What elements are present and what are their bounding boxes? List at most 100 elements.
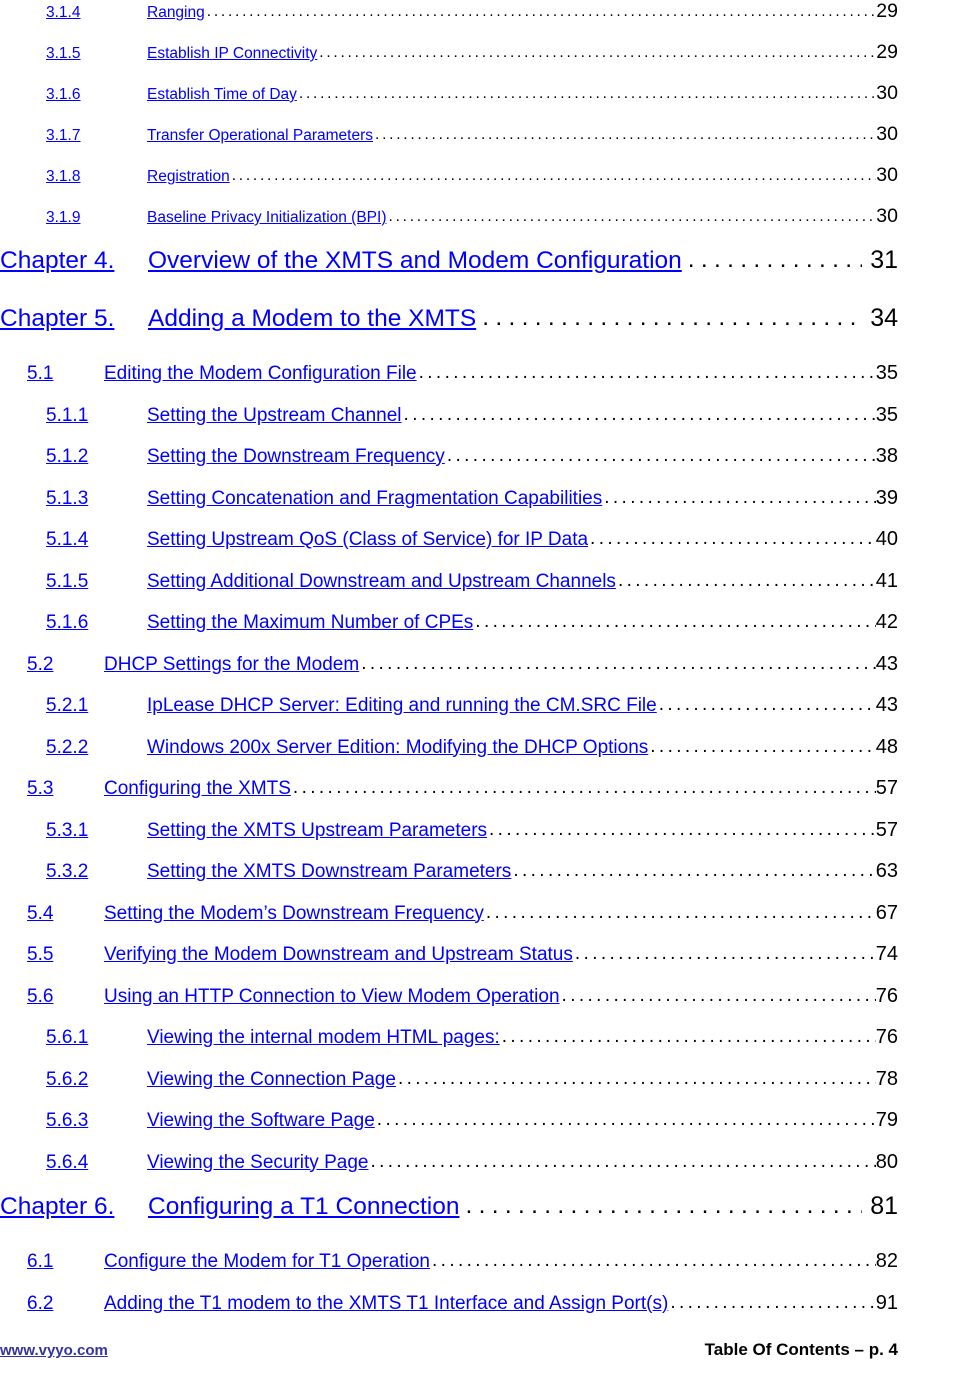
toc-entry-number[interactable]: 5.1.5	[46, 571, 147, 593]
toc-entry[interactable]: 5.2DHCP Settings for the Modem 43	[0, 653, 898, 695]
toc-entry-number[interactable]: 3.1.4	[46, 4, 147, 22]
toc-entry-title-link[interactable]: Windows 200x Server Edition: Modifying t…	[147, 737, 648, 759]
toc-entry-title-link[interactable]: Setting the XMTS Upstream Parameters	[147, 820, 487, 842]
toc-entry[interactable]: 5.2.2 Windows 200x Server Edition: Modify…	[0, 736, 898, 778]
toc-entry-title-link[interactable]: Viewing the Software Page	[147, 1110, 375, 1132]
toc-entry-number[interactable]: 5.6.2	[46, 1069, 147, 1091]
toc-entry[interactable]: 3.1.4Ranging 29	[0, 0, 898, 41]
toc-entry[interactable]: Chapter 4. Overview of the XMTS and Modem…	[0, 246, 898, 304]
toc-entry-number[interactable]: 5.3.1	[46, 820, 147, 842]
toc-entry[interactable]: 5.1Editing the Modem Configuration File 3…	[0, 362, 898, 404]
toc-entry-title-link[interactable]: Ranging	[147, 4, 205, 22]
toc-entry[interactable]: 5.1.4 Setting Upstream QoS (Class of Serv…	[0, 528, 898, 570]
toc-entry-title-link[interactable]: Viewing the Security Page	[147, 1152, 368, 1174]
toc-entry-number[interactable]: 5.6.1	[46, 1027, 147, 1049]
toc-leader-dots	[513, 860, 875, 882]
toc-entry-number[interactable]: 5.1.4	[46, 529, 147, 551]
toc-entry-number[interactable]: 3.1.8	[46, 168, 147, 186]
toc-entry-number[interactable]: 5.1.3	[46, 488, 147, 510]
toc-entry-title-link[interactable]: Adding the T1 modem to the XMTS T1 Inter…	[104, 1293, 668, 1315]
toc-entry[interactable]: 5.6 Using an HTTP Connection to View Mode…	[0, 985, 898, 1027]
toc-entry-title-link[interactable]: IpLease DHCP Server: Editing and running…	[147, 695, 657, 717]
toc-entry-number[interactable]: 5.2	[27, 654, 104, 676]
toc-entry-number[interactable]: 5.2.1	[46, 695, 147, 717]
toc-entry-number[interactable]: 5.1.2	[46, 446, 147, 468]
toc-entry-title-link[interactable]: DHCP Settings for the Modem	[104, 654, 359, 676]
toc-entry-number[interactable]: Chapter 4.	[0, 247, 148, 275]
toc-entry-number[interactable]: 5.1.1	[46, 405, 147, 427]
toc-entry[interactable]: 5.6.4Viewing the Security Page 80	[0, 1151, 898, 1193]
toc-entry[interactable]: 5.3Configuring the XMTS 57	[0, 777, 898, 819]
toc-entry-title-link[interactable]: Viewing the internal modem HTML pages:	[147, 1027, 500, 1049]
toc-entry[interactable]: 5.1.6Setting the Maximum Number of CPEs 4…	[0, 611, 898, 653]
toc-entry-number[interactable]: 3.1.5	[46, 45, 147, 63]
toc-entry-title-link[interactable]: Establish IP Connectivity	[147, 45, 317, 63]
toc-entry[interactable]: 5.6.1 Viewing the internal modem HTML pag…	[0, 1026, 898, 1068]
toc-entry-number[interactable]: Chapter 5.	[0, 305, 148, 333]
toc-leader-dots	[447, 445, 876, 467]
toc-entry-title-link[interactable]: Registration	[147, 168, 230, 186]
toc-entry-page-number: 35	[875, 403, 898, 426]
toc-entry[interactable]: 6.1Configure the Modem for T1 Operation 8…	[0, 1250, 898, 1292]
toc-entry[interactable]: 5.1.1Setting the Upstream Channel 35	[0, 404, 898, 446]
toc-entry-number[interactable]: 6.1	[27, 1251, 104, 1273]
toc-entry-title-link[interactable]: Configure the Modem for T1 Operation	[104, 1251, 430, 1273]
toc-entry-number[interactable]: 3.1.6	[46, 86, 147, 104]
toc-entry[interactable]: 5.3.2 Setting the XMTS Downstream Paramet…	[0, 860, 898, 902]
toc-entry[interactable]: 5.4 Setting the Modem’s Downstream Freque…	[0, 902, 898, 944]
toc-entry-title-link[interactable]: Configuring a T1 Connection	[148, 1193, 459, 1221]
toc-entry-title-link[interactable]: Transfer Operational Parameters	[147, 127, 373, 145]
toc-entry-title-link[interactable]: Verifying the Modem Downstream and Upstr…	[104, 944, 573, 966]
toc-entry-title-link[interactable]: Setting the Maximum Number of CPEs	[147, 612, 473, 634]
toc-entry-title-link[interactable]: Establish Time of Day	[147, 86, 297, 104]
toc-entry[interactable]: 3.1.8Registration 30	[0, 164, 898, 205]
toc-entry-title-link[interactable]: Setting Additional Downstream and Upstre…	[147, 571, 616, 593]
toc-entry[interactable]: 3.1.9 Baseline Privacy Initialization (BP…	[0, 205, 898, 246]
toc-entry-title-link[interactable]: Setting Concatenation and Fragmentation …	[147, 488, 602, 510]
toc-entry-title-link[interactable]: Overview of the XMTS and Modem Configura…	[148, 247, 682, 275]
toc-entry-title-link[interactable]: Setting Upstream QoS (Class of Service) …	[147, 529, 588, 551]
toc-entry[interactable]: 5.1.5 Setting Additional Downstream and U…	[0, 570, 898, 612]
toc-entry[interactable]: 5.6.3Viewing the Software Page 79	[0, 1109, 898, 1151]
toc-entry[interactable]: 5.6.2Viewing the Connection Page 78	[0, 1068, 898, 1110]
toc-entry-number[interactable]: 5.6.3	[46, 1110, 147, 1132]
toc-entry[interactable]: 5.1.2Setting the Downstream Frequency 38	[0, 445, 898, 487]
toc-entry-number[interactable]: 5.3	[27, 778, 104, 800]
toc-entry-title-link[interactable]: Setting the Upstream Channel	[147, 405, 402, 427]
toc-entry-title-link[interactable]: Editing the Modem Configuration File	[104, 363, 417, 385]
toc-entry-title-link[interactable]: Using an HTTP Connection to View Modem O…	[104, 986, 560, 1008]
toc-entry[interactable]: 3.1.5Establish IP Connectivity 29	[0, 41, 898, 82]
toc-entry-title-link[interactable]: Viewing the Connection Page	[147, 1069, 396, 1091]
toc-entry[interactable]: 3.1.6Establish Time of Day 30	[0, 82, 898, 123]
toc-entry-title-link[interactable]: Adding a Modem to the XMTS	[148, 305, 476, 333]
toc-entry-number[interactable]: 3.1.9	[46, 209, 147, 227]
toc-leader-dots	[670, 1292, 875, 1314]
toc-entry-title-link[interactable]: Setting the Modem’s Downstream Frequency	[104, 903, 484, 925]
toc-entry-number[interactable]: 5.6	[27, 986, 104, 1008]
toc-entry-title-link[interactable]: Baseline Privacy Initialization (BPI)	[147, 209, 387, 227]
toc-leader-dots	[398, 1068, 876, 1090]
toc-entry[interactable]: 6.2 Adding the T1 modem to the XMTS T1 In…	[0, 1292, 898, 1334]
toc-entry-title-link[interactable]: Setting the XMTS Downstream Parameters	[147, 861, 511, 883]
toc-entry-title-link[interactable]: Setting the Downstream Frequency	[147, 446, 445, 468]
toc-entry[interactable]: 5.3.1 Setting the XMTS Upstream Parameter…	[0, 819, 898, 861]
toc-entry-number[interactable]: Chapter 6.	[0, 1193, 148, 1221]
toc-entry[interactable]: 5.5 Verifying the Modem Downstream and Up…	[0, 943, 898, 985]
toc-entry-number[interactable]: 5.6.4	[46, 1152, 147, 1174]
toc-leader-dots	[590, 528, 876, 550]
toc-entry[interactable]: Chapter 5.Adding a Modem to the XMTS 34	[0, 304, 898, 362]
toc-entry-title-link[interactable]: Configuring the XMTS	[104, 778, 291, 800]
toc-entry-number[interactable]: 5.5	[27, 944, 104, 966]
toc-entry[interactable]: 5.2.1 IpLease DHCP Server: Editing and ru…	[0, 694, 898, 736]
toc-entry[interactable]: Chapter 6.Configuring a T1 Connection 81	[0, 1192, 898, 1250]
toc-entry-number[interactable]: 5.4	[27, 903, 104, 925]
toc-entry-number[interactable]: 5.1	[27, 363, 104, 385]
toc-entry[interactable]: 5.1.3 Setting Concatenation and Fragmenta…	[0, 487, 898, 529]
toc-entry-number[interactable]: 5.3.2	[46, 861, 147, 883]
footer-website-link[interactable]: www.vyyo.com	[0, 1342, 108, 1359]
toc-entry-number[interactable]: 5.1.6	[46, 612, 147, 634]
toc-entry-number[interactable]: 3.1.7	[46, 127, 147, 145]
toc-entry-number[interactable]: 5.2.2	[46, 737, 147, 759]
toc-entry[interactable]: 3.1.7Transfer Operational Parameters 30	[0, 123, 898, 164]
toc-entry-number[interactable]: 6.2	[27, 1293, 104, 1315]
